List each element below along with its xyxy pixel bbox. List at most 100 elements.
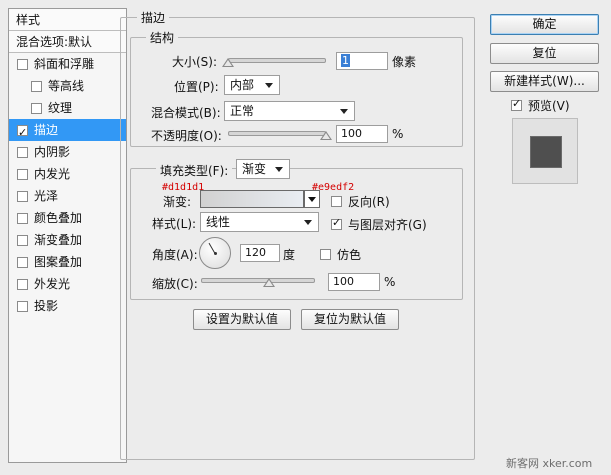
angle-unit: 度: [283, 248, 296, 262]
reverse-label: 反向(R): [348, 195, 390, 209]
preview-row[interactable]: 预览(V): [511, 97, 570, 114]
style-item[interactable]: 纹理: [9, 97, 126, 119]
position-label: 位置(P):: [174, 80, 219, 94]
preview-checkbox[interactable]: [511, 97, 522, 111]
style-item-checkbox[interactable]: [17, 300, 28, 312]
style-item-checkbox[interactable]: [17, 256, 28, 268]
fill-type-select-value: 渐变: [242, 162, 267, 176]
style-item-label: 图案叠加: [34, 255, 83, 269]
opacity-slider-thumb[interactable]: [320, 131, 332, 140]
angle-input[interactable]: 120: [240, 244, 280, 262]
dither-label: 仿色: [337, 248, 362, 262]
style-item-label: 斜面和浮雕: [34, 57, 95, 71]
style-item-label: 纹理: [48, 101, 73, 115]
style-item-label: 内发光: [34, 167, 71, 181]
position-select[interactable]: 内部: [224, 75, 280, 95]
style-preview: [512, 118, 578, 184]
style-item[interactable]: 图案叠加: [9, 251, 126, 273]
style-item[interactable]: 光泽: [9, 185, 126, 207]
blend-mode-select-value: 正常: [230, 104, 255, 118]
stroke-group-title: 描边: [137, 9, 170, 26]
style-item-label: 颜色叠加: [34, 211, 83, 225]
style-item-checkbox[interactable]: [31, 102, 42, 114]
make-default-button[interactable]: 设置为默认值: [193, 309, 291, 330]
style-item[interactable]: 颜色叠加: [9, 207, 126, 229]
size-input[interactable]: 1: [336, 52, 388, 70]
align-with-layer-label: 与图层对齐(G): [348, 218, 427, 232]
watermark: 新客网 xker.com: [506, 457, 593, 470]
reset-button[interactable]: 复位: [490, 43, 599, 64]
size-slider-track[interactable]: [228, 58, 326, 63]
dither-checkbox[interactable]: [320, 249, 331, 260]
style-item-checkbox[interactable]: [17, 212, 28, 224]
style-item-checkbox[interactable]: [17, 190, 28, 202]
size-slider-thumb[interactable]: [222, 58, 234, 67]
opacity-label: 不透明度(O):: [151, 129, 222, 143]
angle-label: 角度(A):: [152, 248, 198, 262]
style-item[interactable]: 渐变叠加: [9, 229, 126, 251]
chevron-down-icon: [304, 220, 312, 225]
style-item-checkbox[interactable]: [17, 146, 28, 158]
scale-label: 缩放(C):: [152, 277, 198, 291]
chevron-down-icon: [265, 83, 273, 88]
scale-input[interactable]: 100: [328, 273, 380, 291]
fill-type-label: 填充类型(F):: [156, 162, 233, 179]
reverse-checkbox[interactable]: [331, 196, 342, 207]
position-select-value: 内部: [230, 78, 255, 92]
reset-default-button[interactable]: 复位为默认值: [301, 309, 399, 330]
styles-header[interactable]: 样式: [9, 9, 126, 31]
gradient-preview-bar[interactable]: [200, 190, 304, 208]
style-item[interactable]: 内阴影: [9, 141, 126, 163]
ok-button[interactable]: 确定: [490, 14, 599, 35]
style-item-label: 外发光: [34, 277, 71, 291]
style-item-label: 描边: [34, 123, 59, 137]
angle-dial[interactable]: [199, 237, 231, 269]
style-item-checkbox[interactable]: [17, 122, 28, 144]
style-item-checkbox[interactable]: [17, 234, 28, 246]
size-label: 大小(S):: [172, 55, 218, 69]
align-with-layer-row[interactable]: 与图层对齐(G): [331, 216, 427, 233]
scale-slider-thumb[interactable]: [263, 278, 275, 287]
gradient-style-select[interactable]: 线性: [200, 212, 319, 232]
preview-swatch: [530, 136, 562, 168]
style-item-label: 光泽: [34, 189, 59, 203]
style-item[interactable]: 外发光: [9, 273, 126, 295]
scale-unit: %: [384, 275, 396, 289]
style-label: 样式(L):: [152, 217, 197, 231]
new-style-button[interactable]: 新建样式(W)...: [490, 71, 599, 92]
reverse-checkbox-row[interactable]: 反向(R): [331, 193, 390, 210]
style-item[interactable]: 斜面和浮雕: [9, 53, 126, 75]
structure-group-title: 结构: [146, 29, 179, 46]
size-value-selected: 1: [341, 54, 350, 67]
chevron-down-icon: [340, 109, 348, 114]
style-item[interactable]: 等高线: [9, 75, 126, 97]
style-item-checkbox[interactable]: [31, 80, 42, 92]
angle-dial-center: [214, 252, 217, 255]
styles-list-panel: 样式 混合选项:默认 斜面和浮雕等高线纹理描边内阴影内发光光泽颜色叠加渐变叠加图…: [8, 8, 127, 463]
style-item[interactable]: 描边: [9, 119, 126, 144]
opacity-slider-track[interactable]: [228, 131, 326, 136]
align-with-layer-checkbox[interactable]: [331, 216, 342, 230]
gradient-picker-button[interactable]: [304, 190, 320, 208]
gradient-style-select-value: 线性: [206, 215, 231, 229]
scale-slider-track[interactable]: [201, 278, 315, 283]
style-item-label: 渐变叠加: [34, 233, 83, 247]
opacity-unit: %: [392, 127, 404, 141]
size-unit: 像素: [392, 55, 417, 69]
dither-row[interactable]: 仿色: [320, 246, 361, 263]
blend-options-item[interactable]: 混合选项:默认: [9, 31, 126, 53]
style-item-label: 内阴影: [34, 145, 71, 159]
gradient-label: 渐变:: [163, 195, 192, 209]
blend-mode-label: 混合模式(B):: [151, 106, 221, 120]
style-item[interactable]: 内发光: [9, 163, 126, 185]
style-item-checkbox[interactable]: [17, 278, 28, 290]
style-item-checkbox[interactable]: [17, 58, 28, 70]
fill-type-select[interactable]: 渐变: [236, 159, 290, 179]
opacity-input[interactable]: 100: [336, 125, 388, 143]
blend-mode-select[interactable]: 正常: [224, 101, 355, 121]
style-item-label: 等高线: [48, 79, 85, 93]
style-item[interactable]: 投影: [9, 295, 126, 317]
preview-label: 预览(V): [528, 99, 570, 113]
style-item-label: 投影: [34, 299, 59, 313]
style-item-checkbox[interactable]: [17, 168, 28, 180]
